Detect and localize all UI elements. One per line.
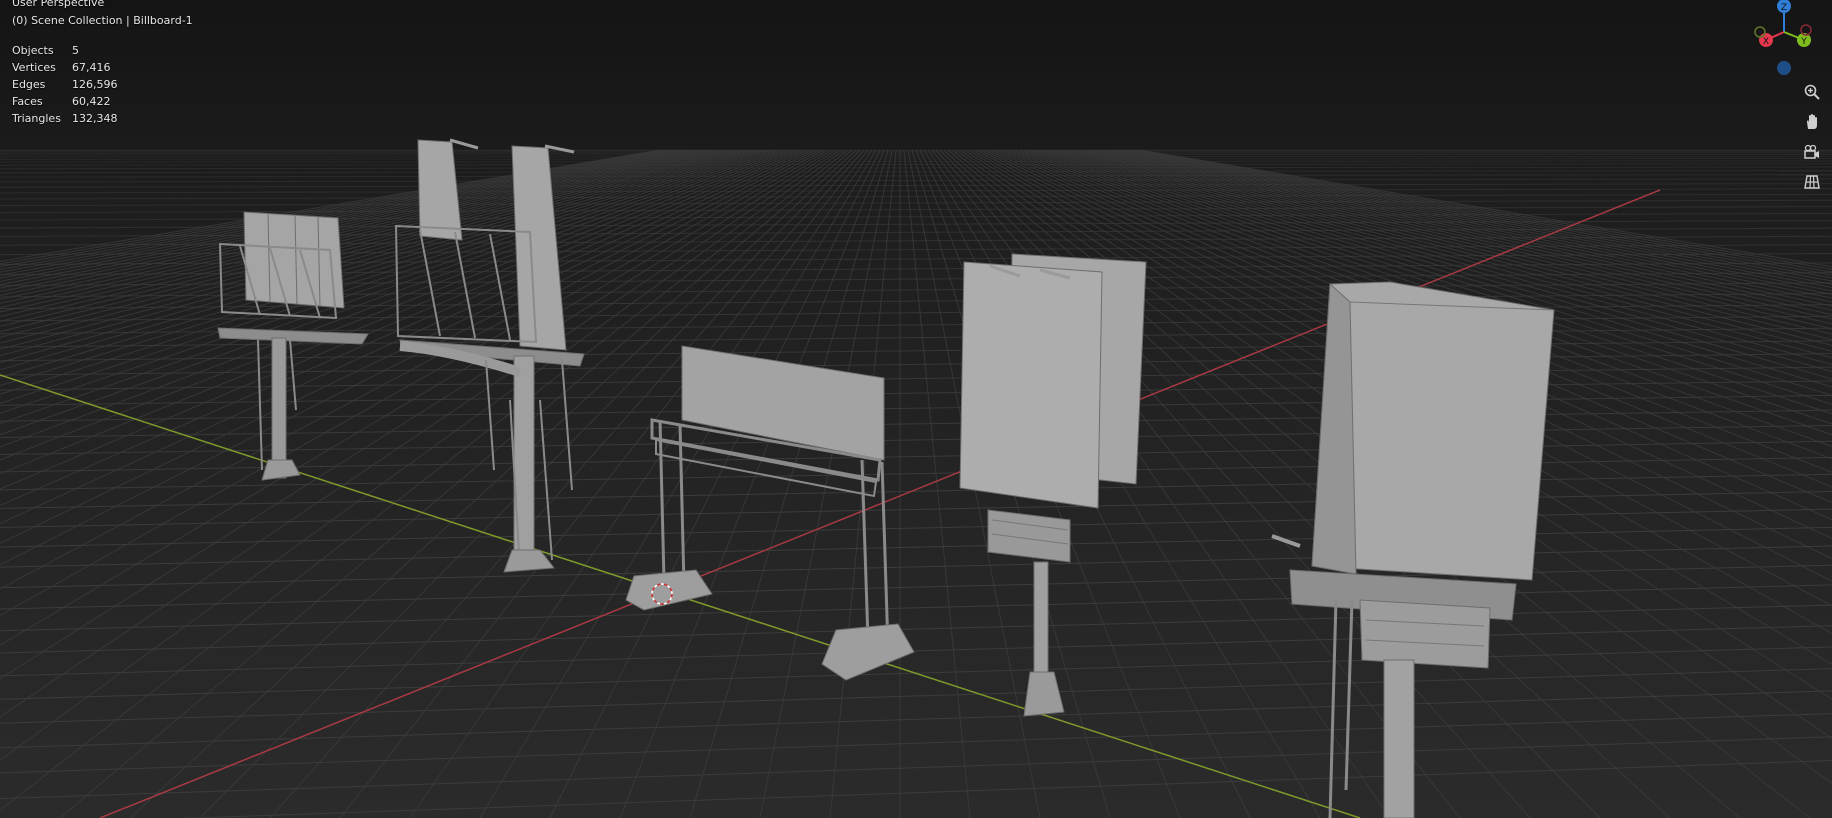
stat-value: 5 xyxy=(72,44,79,57)
stat-value: 67,416 xyxy=(72,61,111,74)
x-axis-label: X xyxy=(1763,37,1769,47)
stat-row-edges: Edges 126,596 xyxy=(12,76,118,93)
grid-ortho-icon xyxy=(1804,175,1820,189)
hand-pan-icon xyxy=(1807,114,1817,129)
stat-row-vertices: Vertices 67,416 xyxy=(12,59,118,76)
stat-label: Objects xyxy=(12,44,54,57)
y-axis-label: Y xyxy=(1800,37,1807,47)
stat-value: 132,348 xyxy=(72,112,118,125)
pan-button[interactable] xyxy=(1798,110,1826,134)
3d-viewport[interactable] xyxy=(0,0,1832,818)
neg-y-axis-handle[interactable] xyxy=(1754,26,1766,38)
navigation-gizmo[interactable]: Z X Y xyxy=(1748,0,1832,80)
stat-label: Edges xyxy=(12,78,46,91)
z-axis-label: Z xyxy=(1781,3,1787,13)
stat-label: Vertices xyxy=(12,61,56,74)
stat-row-faces: Faces 60,422 xyxy=(12,93,118,110)
stat-value: 60,422 xyxy=(72,95,111,108)
statistics-overlay: Objects 5 Vertices 67,416 Edges 126,596 … xyxy=(12,42,118,127)
stat-label: Faces xyxy=(12,95,43,108)
zoom-icon xyxy=(1804,84,1820,100)
stat-label: Triangles xyxy=(12,112,61,125)
ortho-toggle-button[interactable] xyxy=(1798,170,1826,194)
stat-row-triangles: Triangles 132,348 xyxy=(12,110,118,127)
scene-collection-label: (0) Scene Collection | Billboard-1 xyxy=(12,14,193,27)
view-name-label: User Perspective xyxy=(12,0,105,9)
camera-view-button[interactable] xyxy=(1798,140,1826,164)
zoom-button[interactable] xyxy=(1798,80,1826,104)
stat-row-objects: Objects 5 xyxy=(12,42,118,59)
camera-view-icon xyxy=(1804,144,1819,159)
stat-value: 126,596 xyxy=(72,78,118,91)
neg-z-axis-handle[interactable] xyxy=(1777,61,1791,75)
